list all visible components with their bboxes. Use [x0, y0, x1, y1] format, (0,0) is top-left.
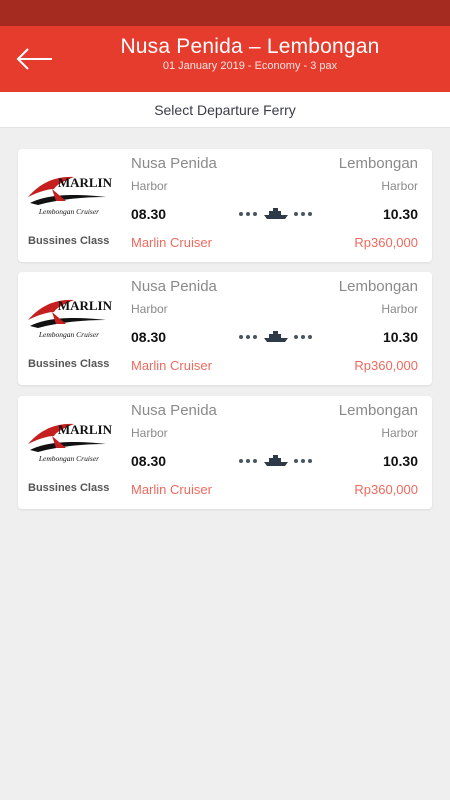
destination-harbor: Harbor: [381, 179, 418, 193]
ticket-price: Rp360,000: [354, 235, 418, 250]
trip-summary: 01 January 2019 - Economy - 3 pax: [162, 60, 338, 72]
operator-name: Marlin Cruiser: [131, 358, 212, 373]
svg-text:Lembongan Cruiser: Lembongan Cruiser: [38, 454, 99, 463]
ferry-icon: [264, 455, 288, 466]
section-header: Select Departure Ferry: [0, 92, 450, 128]
ferry-icon: [264, 331, 288, 342]
route-indicator: [238, 207, 314, 221]
arrow-left-icon: [16, 48, 52, 70]
class-label: Bussines Class: [28, 482, 110, 494]
operator-name: Marlin Cruiser: [131, 235, 212, 250]
svg-text:Lembongan Cruiser: Lembongan Cruiser: [38, 207, 99, 216]
destination-harbor: Harbor: [381, 302, 418, 316]
svg-text:MARLIN: MARLIN: [58, 422, 112, 437]
departure-time: 08.30: [131, 329, 167, 345]
destination-city: Lembongan: [338, 155, 418, 172]
page-title: Nusa Penida – Lembongan: [120, 35, 380, 58]
svg-text:MARLIN: MARLIN: [58, 298, 112, 313]
ticket-price: Rp360,000: [354, 482, 418, 497]
operator-logo: MARLIN Lembongan Cruiser: [26, 296, 112, 340]
app-bar: Nusa Penida – Lembongan 01 January 2019 …: [0, 26, 450, 92]
origin-harbor: Harbor: [131, 302, 168, 316]
destination-harbor: Harbor: [381, 426, 418, 440]
section-label: Select Departure Ferry: [154, 102, 296, 118]
origin-city: Nusa Penida: [131, 402, 217, 419]
class-label: Bussines Class: [28, 358, 110, 370]
svg-text:MARLIN: MARLIN: [58, 175, 112, 190]
arrival-time: 10.30: [382, 329, 418, 345]
class-label: Bussines Class: [28, 235, 110, 247]
ferry-card[interactable]: MARLIN Lembongan Cruiser Bussines Class …: [18, 396, 432, 509]
ferry-card[interactable]: MARLIN Lembongan Cruiser Bussines Class …: [18, 149, 432, 262]
operator-name: Marlin Cruiser: [131, 482, 212, 497]
ferry-icon: [264, 208, 288, 219]
departure-time: 08.30: [131, 206, 167, 222]
operator-logo: MARLIN Lembongan Cruiser: [26, 173, 112, 217]
departure-time: 08.30: [131, 453, 167, 469]
origin-harbor: Harbor: [131, 426, 168, 440]
operator-logo: MARLIN Lembongan Cruiser: [26, 420, 112, 464]
origin-harbor: Harbor: [131, 179, 168, 193]
destination-city: Lembongan: [338, 402, 418, 419]
origin-city: Nusa Penida: [131, 278, 217, 295]
route-indicator: [238, 330, 314, 344]
ferry-card[interactable]: MARLIN Lembongan Cruiser Bussines Class …: [18, 272, 432, 385]
ticket-price: Rp360,000: [354, 358, 418, 373]
arrival-time: 10.30: [382, 206, 418, 222]
arrival-time: 10.30: [382, 453, 418, 469]
destination-city: Lembongan: [338, 278, 418, 295]
back-button[interactable]: [12, 40, 56, 78]
route-indicator: [238, 454, 314, 468]
origin-city: Nusa Penida: [131, 155, 217, 172]
svg-text:Lembongan Cruiser: Lembongan Cruiser: [38, 330, 99, 339]
status-bar: [0, 0, 450, 26]
